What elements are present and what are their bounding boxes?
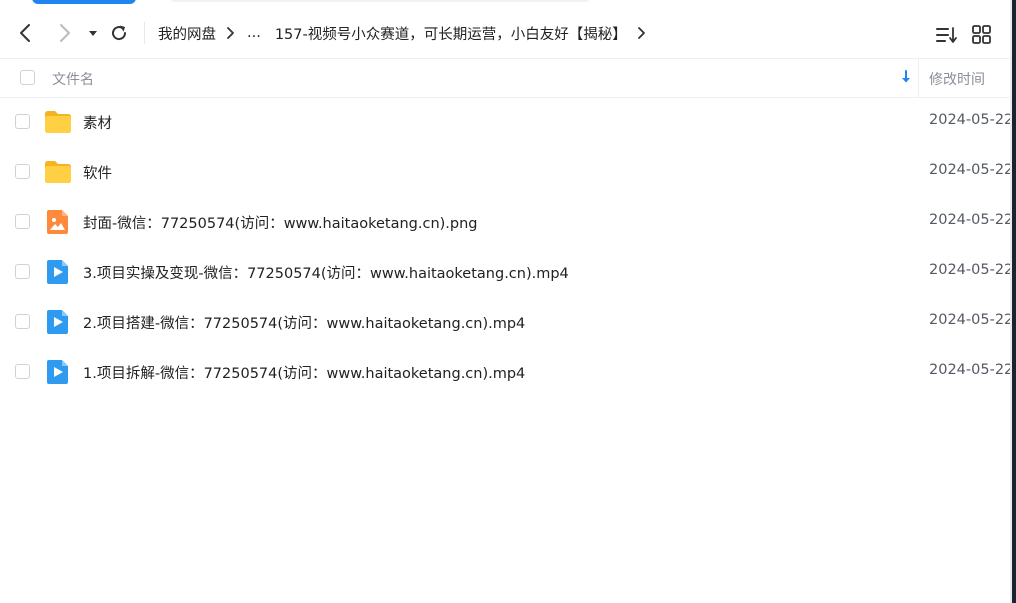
breadcrumb-current[interactable]: 157-视频号小众赛道，可长期运营，小白友好【揭秘】	[275, 23, 627, 44]
file-modified: 2024-05-22	[929, 262, 1014, 278]
top-blue-pill	[32, 0, 136, 4]
file-modified: 2024-05-22	[929, 362, 1014, 378]
video-file-icon	[47, 310, 68, 334]
row-checkbox[interactable]	[15, 264, 30, 279]
file-name[interactable]: 软件	[83, 162, 112, 183]
column-header-name[interactable]: 文件名	[52, 69, 94, 89]
select-all-checkbox[interactable]	[20, 70, 35, 85]
file-name[interactable]: 封面-微信：77250574(访问：www.haitaoketang.cn).p…	[83, 212, 478, 233]
caret-down-icon	[89, 31, 97, 36]
sort-direction-button[interactable]	[900, 70, 912, 84]
file-modified: 2024-05-22	[929, 212, 1014, 228]
file-modified: 2024-05-22	[929, 312, 1014, 328]
sort-list-icon	[936, 27, 957, 43]
grid-view-button[interactable]	[971, 24, 993, 46]
list-item[interactable]: 1.项目拆解-微信：77250574(访问：www.haitaoketang.c…	[0, 347, 1014, 397]
forward-button[interactable]	[53, 22, 75, 44]
breadcrumb-ellipsis[interactable]: ...	[247, 25, 261, 41]
column-divider	[918, 59, 919, 97]
file-name[interactable]: 3.项目实操及变现-微信：77250574(访问：www.haitaoketan…	[83, 262, 569, 283]
chevron-right-icon	[227, 27, 234, 39]
video-file-icon	[47, 260, 68, 284]
back-button[interactable]	[15, 22, 37, 44]
file-modified: 2024-05-22	[929, 162, 1014, 178]
grid-view-icon	[972, 25, 991, 44]
folder-icon	[45, 111, 71, 133]
breadcrumb-root[interactable]: 我的网盘	[158, 23, 216, 44]
list-item[interactable]: 2.项目搭建-微信：77250574(访问：www.haitaoketang.c…	[0, 297, 1014, 347]
chevron-right-icon	[60, 24, 70, 42]
chevron-right-icon[interactable]	[635, 26, 649, 40]
file-name[interactable]: 1.项目拆解-微信：77250574(访问：www.haitaoketang.c…	[83, 362, 525, 383]
column-header-modified[interactable]: 修改时间	[929, 69, 985, 89]
row-checkbox[interactable]	[15, 364, 30, 379]
row-checkbox[interactable]	[15, 164, 30, 179]
row-checkbox[interactable]	[15, 114, 30, 129]
history-dropdown-button[interactable]	[85, 22, 107, 44]
breadcrumb: 我的网盘 ... 157-视频号小众赛道，可长期运营，小白友好【揭秘】	[158, 21, 658, 45]
toolbar: 我的网盘 ... 157-视频号小众赛道，可长期运营，小白友好【揭秘】	[0, 8, 1012, 59]
video-file-icon	[47, 360, 68, 384]
file-list-header: 文件名 修改时间	[0, 59, 1012, 98]
folder-icon	[45, 161, 71, 183]
refresh-button[interactable]	[108, 22, 130, 44]
window-edge	[1012, 0, 1016, 603]
refresh-icon	[112, 25, 127, 41]
list-item[interactable]: 素材 2024-05-22	[0, 97, 1014, 147]
file-modified: 2024-05-22	[929, 112, 1014, 128]
list-item[interactable]: 3.项目实操及变现-微信：77250574(访问：www.haitaoketan…	[0, 247, 1014, 297]
image-file-icon	[47, 210, 68, 234]
sort-down-arrow-icon	[902, 70, 910, 83]
top-grey-pill	[170, 0, 590, 2]
file-name[interactable]: 素材	[83, 112, 112, 133]
file-list: 素材 2024-05-22 软件 2024-05-22 封面-微信：772505…	[0, 97, 1014, 397]
list-item[interactable]: 封面-微信：77250574(访问：www.haitaoketang.cn).p…	[0, 197, 1014, 247]
toolbar-divider	[144, 22, 145, 44]
row-checkbox[interactable]	[15, 214, 30, 229]
row-checkbox[interactable]	[15, 314, 30, 329]
sort-button[interactable]	[936, 24, 958, 46]
file-name[interactable]: 2.项目搭建-微信：77250574(访问：www.haitaoketang.c…	[83, 312, 525, 333]
top-strip	[0, 0, 1016, 8]
list-item[interactable]: 软件 2024-05-22	[0, 147, 1014, 197]
chevron-left-icon	[20, 24, 30, 42]
